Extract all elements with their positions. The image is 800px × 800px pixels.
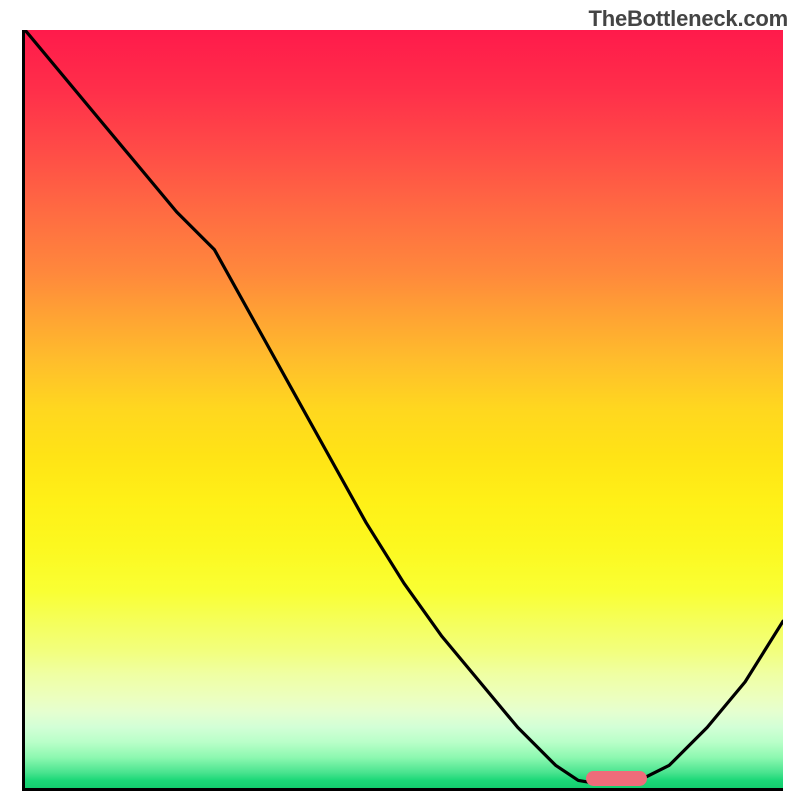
highlight-marker xyxy=(586,771,647,786)
plot-area xyxy=(22,30,783,791)
line-series xyxy=(25,30,783,788)
chart-page: TheBottleneck.com xyxy=(0,0,800,800)
watermark-text: TheBottleneck.com xyxy=(588,6,788,32)
